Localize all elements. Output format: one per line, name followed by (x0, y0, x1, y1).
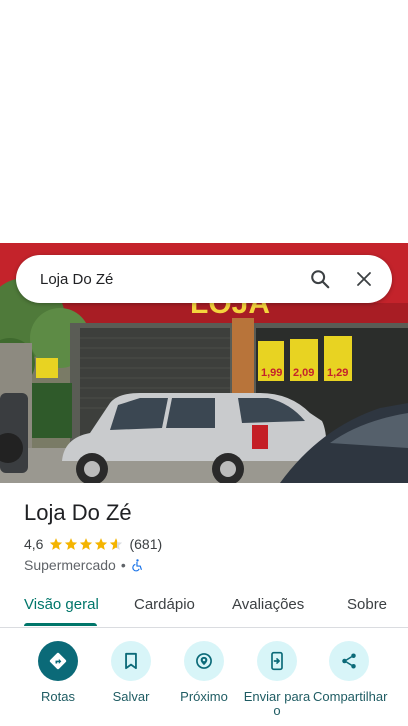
tab-about[interactable]: Sobre (347, 596, 387, 613)
tab-bar: Visão geral Cardápio Avaliações Sobre (0, 585, 408, 628)
share-icon (342, 653, 356, 669)
send-to-phone-button[interactable]: Enviar para o (241, 641, 313, 718)
save-label: Salvar (112, 689, 150, 704)
rating-value: 4,6 (24, 536, 44, 552)
star-icon (65, 538, 78, 550)
rating-row[interactable]: 4,6 (681) (24, 536, 162, 552)
review-count[interactable]: (681) (129, 536, 162, 552)
directions-button[interactable]: Rotas (22, 641, 94, 704)
directions-circle[interactable] (38, 641, 78, 681)
search-bar[interactable]: Loja Do Zé (16, 255, 392, 303)
active-tab-indicator (24, 623, 97, 626)
star-icon (50, 538, 63, 550)
save-button[interactable]: Salvar (95, 641, 167, 704)
send-to-phone-circle[interactable] (257, 641, 297, 681)
send-to-phone-label: Enviar para o (243, 689, 311, 718)
place-category: Supermercado (24, 557, 116, 573)
clear-search-button[interactable] (344, 259, 384, 299)
category-row: Supermercado • (24, 557, 144, 573)
star-rating (49, 537, 124, 551)
star-icon (95, 538, 108, 550)
close-icon (357, 272, 371, 286)
nearby-icon (196, 653, 212, 669)
search-button[interactable] (300, 259, 340, 299)
search-input[interactable]: Loja Do Zé (40, 271, 300, 288)
price-tag-1: 1,99 (261, 367, 282, 379)
tab-reviews[interactable]: Avaliações (232, 596, 304, 613)
nearby-label: Próximo (180, 689, 228, 704)
price-tag-2: 2,09 (293, 367, 314, 379)
nearby-circle[interactable] (184, 641, 224, 681)
share-button[interactable]: Compartilhar (313, 641, 388, 704)
tab-menu[interactable]: Cardápio (134, 596, 195, 613)
price-tag-3: 1,29 (327, 367, 348, 379)
share-circle[interactable] (329, 641, 369, 681)
save-circle[interactable] (111, 641, 151, 681)
blank-map-area (0, 0, 408, 243)
nearby-button[interactable]: Próximo (168, 641, 240, 704)
separator-dot: • (120, 557, 126, 573)
wheelchair-accessible-icon (132, 559, 142, 572)
send-to-phone-icon (271, 651, 283, 671)
directions-icon (49, 652, 67, 670)
bookmark-icon (125, 652, 137, 670)
place-title: Loja Do Zé (24, 500, 132, 525)
search-icon (311, 270, 330, 289)
directions-label: Rotas (41, 689, 75, 704)
share-label: Compartilhar (313, 689, 388, 704)
star-icon (80, 538, 93, 550)
half-star-icon (110, 538, 123, 550)
tab-overview[interactable]: Visão geral (24, 596, 99, 613)
